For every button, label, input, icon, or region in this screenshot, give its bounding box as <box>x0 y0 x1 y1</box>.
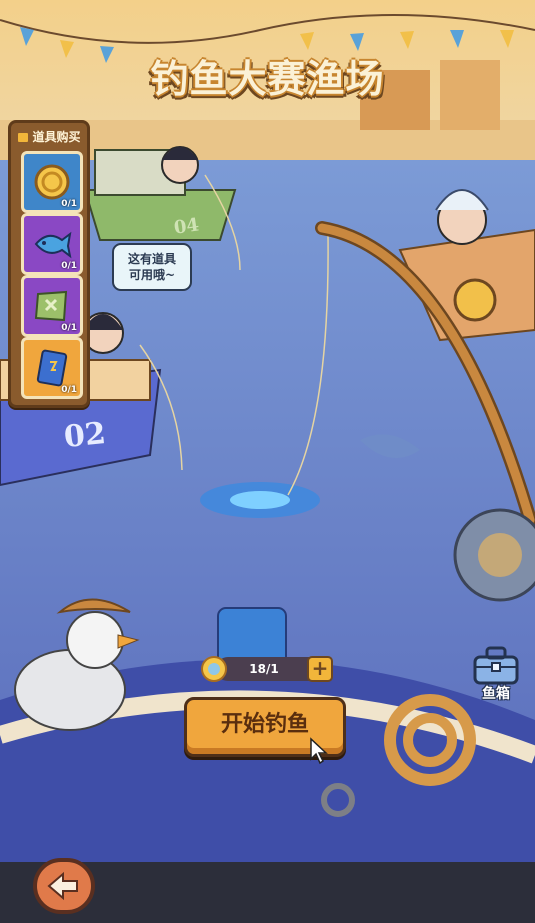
shop-item-card[interactable]: 0/1 <box>21 337 83 399</box>
blue-fish-icon <box>34 231 72 259</box>
gold-coin-icon <box>34 164 70 200</box>
item-count: 0/1 <box>61 199 77 209</box>
boat-number-02: 02 <box>62 415 108 456</box>
card-icon <box>36 349 68 387</box>
treasure-map-icon <box>34 290 68 322</box>
boat-number-04: 04 <box>172 214 201 239</box>
add-bait-button[interactable]: + <box>307 656 333 682</box>
bait-count-value: 18/1 <box>249 662 279 676</box>
speech-line-2: 可用哦~ <box>128 268 176 282</box>
back-arrow-icon <box>47 871 78 901</box>
pointer-cursor-icon <box>310 737 328 765</box>
fish-box-label: 鱼箱 <box>482 686 510 702</box>
bait-coin-icon <box>201 656 227 682</box>
item-count: 0/1 <box>61 261 77 271</box>
shop-item-treasure-map[interactable]: 0/1 <box>21 275 83 337</box>
shop-item-blue-fish[interactable]: 0/1 <box>21 213 83 275</box>
item-shop-panel: 道具购买 0/1 0/1 0/1 0/1 <box>8 120 90 408</box>
page-title: 钓鱼大赛渔场 <box>150 57 385 101</box>
speech-line-1: 这有道具 <box>127 252 176 266</box>
shop-header[interactable]: 道具购买 <box>11 127 87 147</box>
fish-box-button[interactable]: 鱼箱 <box>471 643 521 707</box>
item-count: 0/1 <box>61 385 77 395</box>
shop-bag-icon <box>17 132 30 143</box>
back-button[interactable] <box>33 858 95 914</box>
shop-header-label: 道具购买 <box>32 130 81 144</box>
item-count: 0/1 <box>61 323 77 333</box>
speech-bubble: 这有道具 可用哦~ <box>112 243 192 291</box>
toolbox-icon <box>473 646 519 685</box>
shop-item-gold-coin[interactable]: 0/1 <box>21 151 83 213</box>
